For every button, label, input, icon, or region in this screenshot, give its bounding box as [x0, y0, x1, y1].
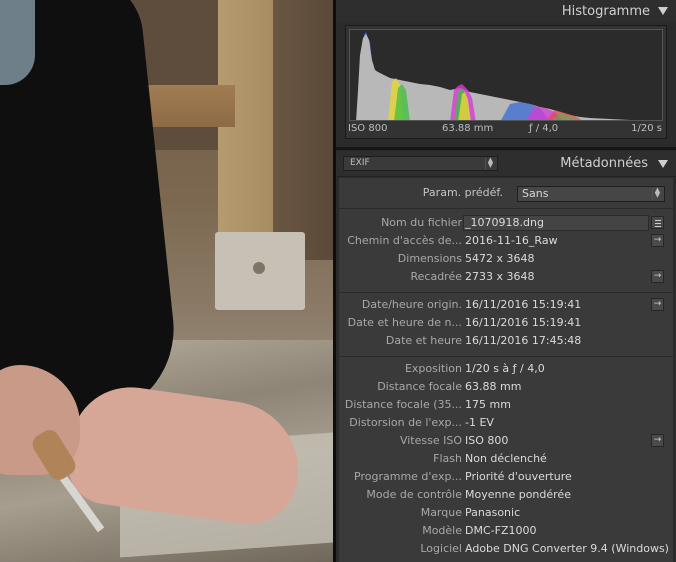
metadata-row: Recadrée 2733 x 3648 →	[339, 268, 673, 286]
histogram-header[interactable]: Histogramme	[336, 0, 676, 22]
photo-preview	[0, 0, 333, 562]
metadata-value: 2733 x 3648	[465, 270, 535, 283]
metadata-value: Adobe DNG Converter 9.4 (Windows)	[465, 542, 669, 555]
histogram-aperture: ƒ / 4,0	[529, 123, 559, 134]
section-separator	[336, 147, 676, 150]
metadata-label: Nom du fichier	[381, 216, 462, 229]
metadata-value: 175 mm	[465, 398, 511, 411]
metadata-label: Distance focale	[377, 380, 462, 393]
metadata-row: Logiciel Adobe DNG Converter 9.4 (Window…	[339, 540, 673, 558]
metadata-row: Distance focale 63.88 mm	[339, 378, 673, 396]
metadata-group-exposure: Exposition 1/20 s à ƒ / 4,0 Distance foc…	[339, 360, 673, 558]
updown-arrows-icon: ▲ ▼	[652, 187, 662, 200]
metadata-row: Marque Panasonic	[339, 504, 673, 522]
histogram-title: Histogramme	[561, 3, 650, 19]
preset-select[interactable]: Sans ▲ ▼	[517, 186, 665, 202]
metadata-group-file: Nom du fichier _1070918.dng Chemin d'acc…	[339, 214, 673, 286]
metadata-row: Vitesse ISO ISO 800 →	[339, 432, 673, 450]
metadata-row: Nom du fichier _1070918.dng	[339, 214, 673, 232]
metadata-value: Moyenne pondérée	[465, 488, 571, 501]
metadata-label: Distance focale (35...	[344, 398, 462, 411]
metadata-value: 5472 x 3648	[465, 252, 535, 265]
group-separator	[339, 292, 673, 293]
metadata-row: Exposition 1/20 s à ƒ / 4,0	[339, 360, 673, 378]
preset-value: Sans	[522, 187, 549, 200]
metadata-view-value: EXIF	[350, 158, 370, 168]
right-panel: Histogramme ISO 800 63.88 mm ƒ / 4,0 1/2…	[336, 0, 676, 562]
metadata-view-select[interactable]: EXIF ▲ ▼	[343, 156, 498, 171]
go-to-arrow-icon[interactable]: →	[651, 298, 664, 311]
metadata-row: Date et heure 16/11/2016 17:45:48	[339, 332, 673, 350]
metadata-label: Flash	[433, 452, 462, 465]
metadata-label: Mode de contrôle	[366, 488, 462, 501]
metadata-value: 1/20 s à ƒ / 4,0	[465, 362, 545, 375]
metadata-row: Distance focale (35... 175 mm	[339, 396, 673, 414]
metadata-value: Panasonic	[465, 506, 521, 519]
histogram-plot	[349, 29, 663, 121]
metadata-row: Distorsion de l'exp... -1 EV	[339, 414, 673, 432]
metadata-value: 2016-11-16_Raw	[465, 234, 558, 247]
photo-beam	[268, 0, 333, 260]
metadata-label: Distorsion de l'exp...	[349, 416, 462, 429]
histogram-shutter: 1/20 s	[631, 123, 662, 134]
metadata-row: Date/heure origin. 16/11/2016 15:19:41 →	[339, 296, 673, 314]
metadata-value: -1 EV	[465, 416, 494, 429]
metadata-title: Métadonnées	[560, 156, 648, 171]
metadata-label: Logiciel	[420, 542, 462, 555]
list-icon[interactable]	[651, 216, 664, 229]
metadata-label: Vitesse ISO	[399, 434, 462, 447]
histogram-iso: ISO 800	[348, 123, 388, 134]
metadata-value: ISO 800	[465, 434, 509, 447]
metadata-row: Dimensions 5472 x 3648	[339, 250, 673, 268]
metadata-value: 16/11/2016 15:19:41	[465, 316, 582, 329]
metadata-row: Mode de contrôle Moyenne pondérée	[339, 486, 673, 504]
metadata-row: Date et heure de n... 16/11/2016 15:19:4…	[339, 314, 673, 332]
photo-outlet	[215, 232, 305, 310]
metadata-row: Chemin d'accès de... 2016-11-16_Raw →	[339, 232, 673, 250]
metadata-label: Date et heure	[385, 334, 462, 347]
metadata-row: Programme d'exp... Priorité d'ouverture	[339, 468, 673, 486]
metadata-value: 63.88 mm	[465, 380, 522, 393]
metadata-row: Modèle DMC-FZ1000	[339, 522, 673, 540]
metadata-label: Exposition	[404, 362, 462, 375]
metadata-label: Date/heure origin.	[361, 298, 462, 311]
histogram-focal: 63.88 mm	[442, 123, 494, 134]
metadata-value: 16/11/2016 17:45:48	[465, 334, 582, 347]
metadata-row: Flash Non déclenché	[339, 450, 673, 468]
preset-row: Param. prédéf. Sans ▲ ▼	[339, 181, 673, 203]
metadata-header[interactable]: EXIF ▲ ▼ Métadonnées	[336, 151, 676, 177]
metadata-label: Chemin d'accès de...	[347, 234, 462, 247]
collapse-triangle-icon[interactable]	[658, 7, 668, 15]
metadata-label: Marque	[420, 506, 462, 519]
histogram[interactable]: ISO 800 63.88 mm ƒ / 4,0 1/20 s	[345, 25, 667, 139]
metadata-label: Dimensions	[397, 252, 462, 265]
updown-arrows-icon: ▲ ▼	[485, 157, 495, 169]
group-separator	[339, 208, 673, 209]
metadata-value: DMC-FZ1000	[465, 524, 537, 537]
go-to-arrow-icon[interactable]: →	[651, 270, 664, 283]
metadata-value: Priorité d'ouverture	[465, 470, 572, 483]
metadata-label: Date et heure de n...	[347, 316, 462, 329]
metadata-label: Recadrée	[410, 270, 462, 283]
collapse-triangle-icon[interactable]	[658, 160, 668, 168]
metadata-value: 16/11/2016 15:19:41	[465, 298, 582, 311]
go-to-arrow-icon[interactable]: →	[651, 234, 664, 247]
metadata-group-dates: Date/heure origin. 16/11/2016 15:19:41 →…	[339, 296, 673, 350]
metadata-label: Modèle	[422, 524, 462, 537]
metadata-value: _1070918.dng	[465, 216, 544, 229]
metadata-value: Non déclenché	[465, 452, 547, 465]
metadata-body: Param. prédéf. Sans ▲ ▼ Nom du fichier _1…	[339, 178, 673, 562]
go-to-arrow-icon[interactable]: →	[651, 434, 664, 447]
group-separator	[339, 356, 673, 357]
histogram-graph	[356, 32, 630, 120]
metadata-label: Programme d'exp...	[354, 470, 462, 483]
histogram-info: ISO 800 63.88 mm ƒ / 4,0 1/20 s	[346, 123, 666, 137]
preset-label: Param. prédéf.	[422, 186, 503, 199]
